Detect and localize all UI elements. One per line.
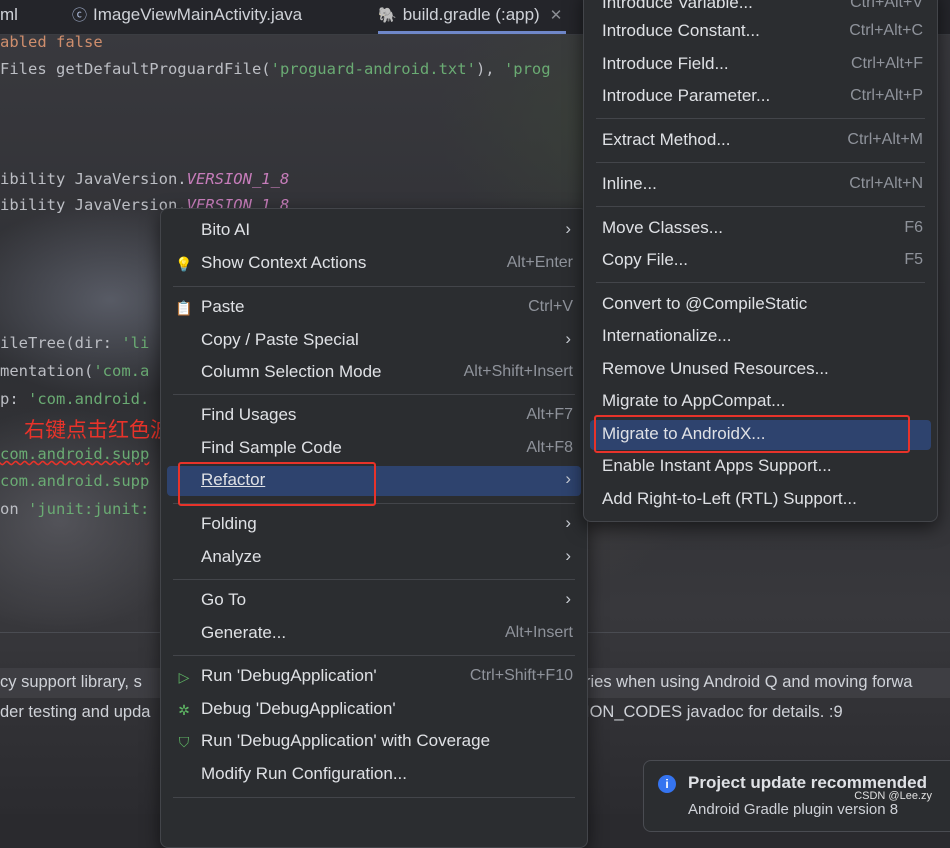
menu-separator <box>596 282 925 283</box>
close-icon[interactable]: ✕ <box>550 7 563 24</box>
menu-item-introduce-constant[interactable]: Introduce Constant... Ctrl+Alt+C <box>590 17 931 47</box>
tab-ml[interactable]: ml <box>0 0 18 34</box>
menu-item-modify-run-configuration[interactable]: Modify Run Configuration... <box>167 760 581 790</box>
menu-item-find-sample-code[interactable]: Find Sample Code Alt+F8 <box>167 434 581 464</box>
menu-item-inline[interactable]: Inline... Ctrl+Alt+N <box>590 170 931 200</box>
menu-item-run[interactable]: ▷ Run 'DebugApplication' Ctrl+Shift+F10 <box>167 662 581 692</box>
menu-separator <box>173 655 575 656</box>
menu-separator <box>596 162 925 163</box>
menu-item-convert-compilestatic[interactable]: Convert to @CompileStatic <box>590 290 931 320</box>
tab-label: ml <box>0 5 18 24</box>
chevron-right-icon: › <box>565 546 571 565</box>
code-line: ibility JavaVersion.VERSION_1_8 <box>0 170 290 188</box>
run-icon: ▷ <box>178 669 190 685</box>
gradle-icon: 🐘 <box>378 7 397 24</box>
menu-item-debug[interactable]: ✲ Debug 'DebugApplication' <box>167 695 581 725</box>
menu-separator <box>596 206 925 207</box>
tab-imageviewmainactivity[interactable]: ⓒ ImageViewMainActivity.java <box>72 0 302 34</box>
menu-separator <box>173 394 575 395</box>
menu-item-move-classes[interactable]: Move Classes... F6 <box>590 214 931 244</box>
menu-item-internationalize[interactable]: Internationalize... <box>590 322 931 352</box>
tab-label: build.gradle (:app) <box>402 5 540 24</box>
chevron-right-icon: › <box>565 219 571 238</box>
menu-item-column-selection-mode[interactable]: Column Selection Mode Alt+Shift+Insert <box>167 358 581 388</box>
code-line: mentation('com.a <box>0 362 150 380</box>
menu-separator <box>173 579 575 580</box>
tab-build-gradle[interactable]: 🐘 build.gradle (:app) ✕ <box>378 0 567 34</box>
chevron-right-icon: › <box>565 513 571 532</box>
tab-label: ImageViewMainActivity.java <box>93 5 303 24</box>
menu-item-copy-file[interactable]: Copy File... F5 <box>590 246 931 276</box>
lightbulb-icon: 💡 <box>175 256 193 272</box>
clipboard-icon: 📋 <box>175 300 193 316</box>
menu-item-bito-ai[interactable]: Bito AI › <box>167 216 581 246</box>
menu-item-analyze[interactable]: Analyze › <box>167 543 581 573</box>
watermark: CSDN @Lee.zy <box>854 790 932 802</box>
code-line: on 'junit:junit: <box>0 500 150 518</box>
code-line: p: 'com.android. <box>0 390 150 408</box>
lint-line-left: cy support library, s <box>0 673 142 691</box>
lint-line-right: ION_CODES javadoc for details. :9 <box>585 703 843 721</box>
code-line: com.android.supp <box>0 472 150 490</box>
highlight-box-refactor <box>178 462 376 506</box>
menu-item-enable-instant-apps[interactable]: Enable Instant Apps Support... <box>590 452 931 482</box>
code-line: abled false <box>0 33 103 51</box>
menu-separator <box>173 797 575 798</box>
menu-item-extract-method[interactable]: Extract Method... Ctrl+Alt+M <box>590 126 931 156</box>
chevron-right-icon: › <box>565 589 571 608</box>
menu-item-copy-paste-special[interactable]: Copy / Paste Special › <box>167 326 581 356</box>
lint-line-right: ries when using Android Q and moving for… <box>585 673 913 691</box>
chevron-right-icon: › <box>565 469 571 488</box>
highlight-box-migrate-androidx <box>594 415 910 453</box>
menu-item-folding[interactable]: Folding › <box>167 510 581 540</box>
java-class-icon: ⓒ <box>72 7 88 24</box>
coverage-icon: ⛉ <box>178 734 190 750</box>
code-line: Files getDefaultProguardFile('proguard-a… <box>0 60 551 78</box>
menu-item-find-usages[interactable]: Find Usages Alt+F7 <box>167 401 581 431</box>
menu-item-go-to[interactable]: Go To › <box>167 586 581 616</box>
lint-line-left: der testing and upda <box>0 703 151 721</box>
menu-item-remove-unused-resources[interactable]: Remove Unused Resources... <box>590 355 931 385</box>
editor-context-menu: Bito AI › 💡 Show Context Actions Alt+Ente… <box>160 208 588 848</box>
menu-item-paste[interactable]: 📋 Paste Ctrl+V <box>167 293 581 323</box>
notification-subtitle: Android Gradle plugin version 8 <box>688 801 899 818</box>
menu-item-show-context-actions[interactable]: 💡 Show Context Actions Alt+Enter <box>167 249 581 279</box>
menu-separator <box>596 118 925 119</box>
info-icon: i <box>658 775 676 793</box>
menu-separator <box>173 286 575 287</box>
menu-item-migrate-appcompat[interactable]: Migrate to AppCompat... <box>590 387 931 417</box>
code-line: ileTree(dir: 'li <box>0 334 150 352</box>
debug-icon: ✲ <box>178 702 190 718</box>
chevron-right-icon: › <box>565 329 571 348</box>
menu-item-introduce-parameter[interactable]: Introduce Parameter... Ctrl+Alt+P <box>590 82 931 112</box>
menu-item-add-rtl-support[interactable]: Add Right-to-Left (RTL) Support... <box>590 485 931 515</box>
code-line: com.android.supp <box>0 445 150 463</box>
menu-item-generate[interactable]: Generate... Alt+Insert <box>167 619 581 649</box>
menu-item-introduce-field[interactable]: Introduce Field... Ctrl+Alt+F <box>590 50 931 80</box>
menu-item-run-with-coverage[interactable]: ⛉ Run 'DebugApplication' with Coverage <box>167 727 581 757</box>
